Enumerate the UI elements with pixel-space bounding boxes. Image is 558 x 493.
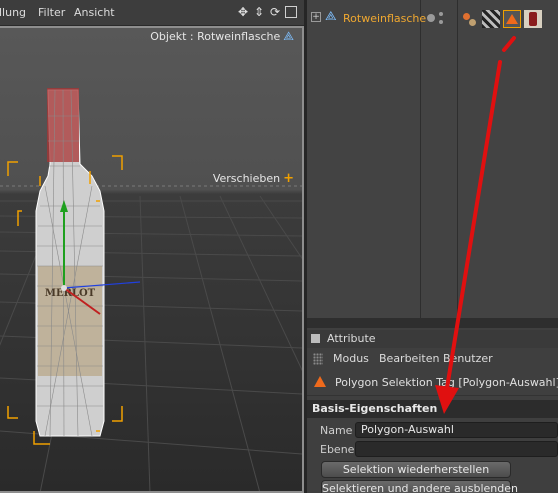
restore-selection-button[interactable]: Selektion wiederherstellen (321, 461, 511, 478)
attribute-manager-title: Attribute (327, 332, 376, 345)
object-label: Objekt : Rotweinflasche ⟁ (150, 29, 294, 44)
polygon-selection-tag-icon (314, 376, 326, 387)
selected-object-line: Polygon Selektion Tag [Polygon-Auswahl] (307, 370, 558, 396)
rotate-view-icon[interactable]: ⟳ (268, 5, 282, 19)
zoom-view-icon[interactable]: ⇕ (252, 5, 266, 19)
object-name[interactable]: Rotweinflasche (343, 12, 426, 25)
menu-user[interactable]: Benutzer (443, 352, 493, 365)
render-visibility-dot[interactable] (439, 12, 443, 16)
texture-tag-icon[interactable] (482, 10, 500, 28)
menu-view[interactable]: Ansicht (74, 6, 115, 19)
bottle-texture-tag-icon[interactable] (524, 10, 542, 28)
section-header-basic-properties[interactable]: Basis-Eigenschaften (307, 400, 558, 418)
polygon-selection-tag-icon[interactable] (503, 10, 521, 28)
selected-object-text: Polygon Selektion Tag [Polygon-Auswahl] (335, 376, 558, 389)
object-label-text: Objekt : Rotweinflasche (150, 30, 281, 43)
object-null-icon: ⟁ (283, 29, 294, 43)
viewport-panel[interactable]: llung Filter Ansicht ✥ ⇕ ⟳ Objekt: Rotw… (0, 0, 304, 493)
name-field[interactable]: Polygon-Auswahl (355, 422, 558, 438)
layer-label: Ebene (320, 443, 355, 456)
viewport-menubar: llung Filter Ansicht ✥ ⇕ ⟳ (0, 0, 304, 26)
material-sphere-tag-icon[interactable] (461, 10, 479, 28)
editor-visibility-dot[interactable] (427, 14, 435, 22)
column-divider (457, 0, 458, 318)
viewport-canvas[interactable]: MERLOT Objekt : Rotweinflasche ⟁ (0, 26, 302, 493)
render-visibility-dot-lower[interactable] (439, 20, 443, 24)
layer-field[interactable] (355, 441, 558, 457)
select-and-hide-others-button[interactable]: Selektieren und andere ausblenden (321, 480, 518, 493)
maximize-view-icon[interactable] (285, 6, 297, 18)
object-row-rotweinflasche[interactable]: + ⟁ Rotweinflasche (307, 8, 558, 30)
horizontal-splitter[interactable] (307, 318, 558, 325)
null-object-icon: ⟁ (325, 9, 337, 24)
viewport-scene: MERLOT (0, 26, 302, 493)
panel-menu-icon[interactable] (311, 334, 320, 343)
attribute-menubar: Modus Bearbeiten Benutzer (307, 350, 558, 368)
move-view-icon[interactable]: ✥ (236, 5, 250, 19)
name-label: Name (320, 424, 353, 437)
attribute-manager-title-bar: Attribute (307, 330, 558, 348)
grip-icon[interactable] (313, 353, 323, 365)
menu-filter[interactable]: Filter (38, 6, 65, 19)
column-divider (420, 0, 421, 318)
menu-display[interactable]: llung (0, 6, 26, 19)
expand-toggle-icon[interactable]: + (311, 12, 321, 22)
menu-mode[interactable]: Modus (333, 352, 369, 365)
tool-label: Verschieben + (213, 171, 294, 186)
attribute-manager-panel[interactable]: Attribute Modus Bearbeiten Benutzer Poly… (307, 325, 558, 493)
section-title: Basis-Eigenschaften (312, 402, 438, 415)
move-tool-icon: + (283, 171, 294, 186)
tool-label-text: Verschieben (212, 172, 281, 185)
object-manager-panel[interactable]: + ⟁ Rotweinflasche (307, 0, 558, 318)
menu-edit[interactable]: Bearbeiten (379, 352, 439, 365)
